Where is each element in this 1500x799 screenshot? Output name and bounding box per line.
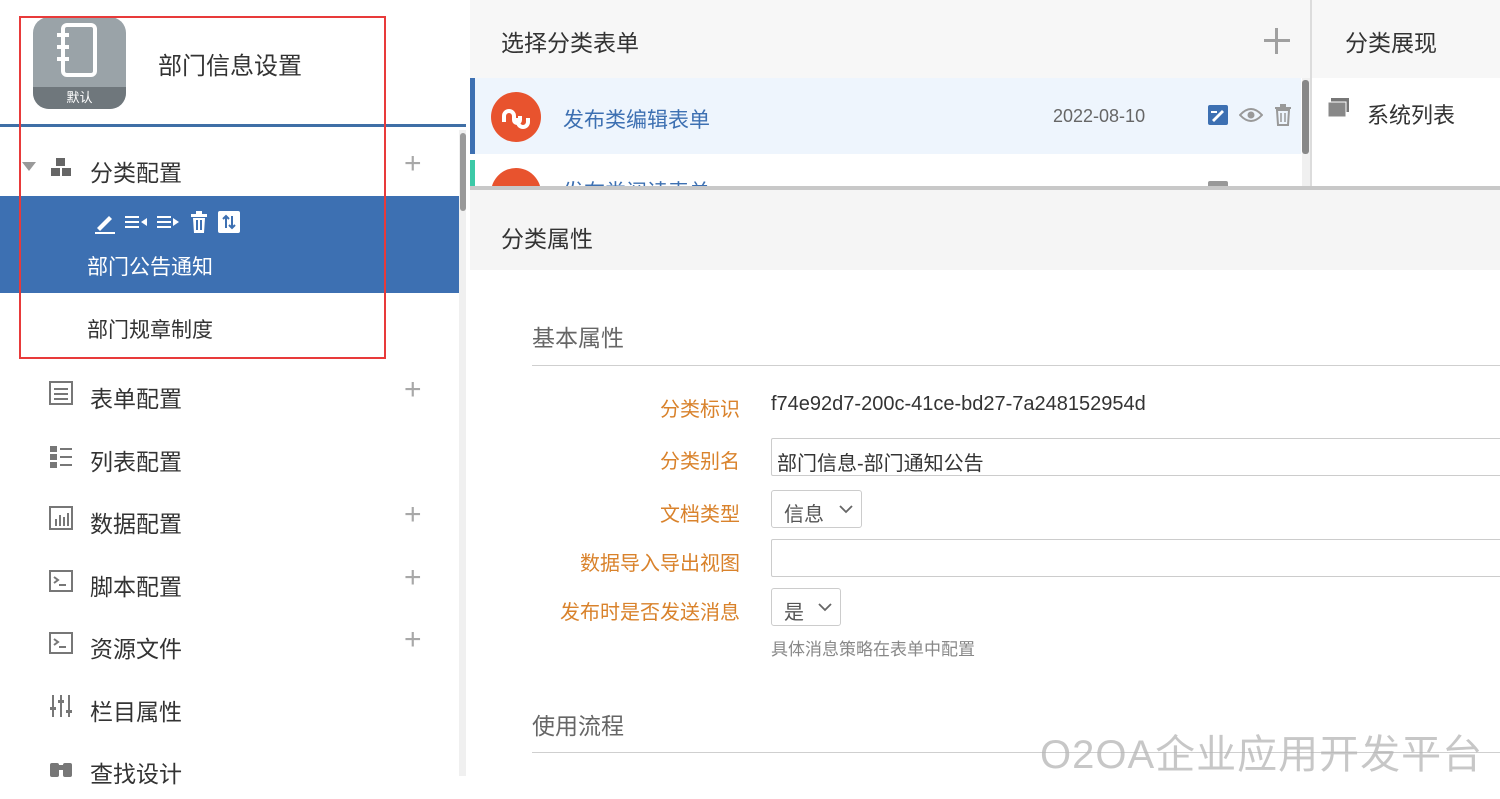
- add-script-button[interactable]: +: [404, 563, 422, 593]
- add-form-icon[interactable]: [1262, 26, 1292, 56]
- sliders-icon: [50, 695, 72, 717]
- resource-icon: [49, 632, 73, 654]
- add-category-button[interactable]: +: [404, 149, 422, 179]
- form-date: 2022-08-10: [1053, 106, 1146, 126]
- section-divider: [532, 365, 1500, 366]
- form-panel-title: 选择分类表单: [501, 30, 639, 56]
- stumbleupon-icon: [491, 92, 541, 142]
- add-data-button[interactable]: +: [404, 500, 422, 530]
- binoculars-icon: [50, 763, 72, 777]
- view-panel-header: 分类展现: [1312, 0, 1500, 78]
- list-icon: [50, 446, 72, 468]
- nav-label: 查找设计: [90, 761, 182, 787]
- field-label-alias: 分类别名: [660, 451, 740, 473]
- form-row-clip: [470, 154, 1301, 186]
- nav-label: 栏目属性: [90, 699, 182, 725]
- notify-select-value: 是: [784, 602, 804, 624]
- watermark: O2OA企业应用开发平台: [1040, 733, 1484, 777]
- nav-resource-files[interactable]: 资源文件 +: [0, 612, 458, 674]
- nav-label: 资源文件: [90, 636, 182, 662]
- sidebar-scrollbar[interactable]: [459, 130, 466, 776]
- nav-label: 表单配置: [90, 386, 182, 412]
- field-label-id: 分类标识: [660, 399, 740, 421]
- properties-header: 分类属性: [470, 190, 1500, 270]
- script-icon: [49, 570, 73, 592]
- form-icon: [49, 381, 73, 405]
- highlight-box: [19, 16, 386, 359]
- nav-data-config[interactable]: 数据配置 +: [0, 487, 458, 549]
- view-item-label[interactable]: 系统列表: [1367, 98, 1455, 130]
- view-panel-title: 分类展现: [1345, 30, 1437, 56]
- form-scrollbar-thumb[interactable]: [1302, 80, 1309, 154]
- notify-select[interactable]: 是: [771, 588, 841, 626]
- doctype-select-value: 信息: [784, 504, 824, 526]
- nav-label: 列表配置: [90, 449, 182, 475]
- notify-hint: 具体消息策略在表单中配置: [771, 640, 975, 659]
- add-form-button[interactable]: +: [404, 375, 422, 405]
- field-label-notify: 发布时是否发送消息: [560, 602, 740, 624]
- section-title-flow: 使用流程: [532, 713, 624, 739]
- chevron-down-icon: [839, 505, 853, 514]
- import-export-view-input[interactable]: [771, 539, 1500, 577]
- edit-form-icon[interactable]: [1207, 104, 1229, 126]
- sidebar-scrollbar-thumb[interactable]: [460, 133, 466, 211]
- alias-input-value: 部门信息-部门通知公告: [777, 453, 984, 475]
- section-title-basic: 基本属性: [532, 325, 624, 351]
- field-label-import: 数据导入导出视图: [580, 553, 740, 575]
- doctype-select[interactable]: 信息: [771, 490, 862, 528]
- eye-icon[interactable]: [1239, 107, 1263, 123]
- nav-label: 数据配置: [90, 511, 182, 537]
- nav-column-properties[interactable]: 栏目属性: [0, 675, 458, 737]
- add-resource-button[interactable]: +: [404, 625, 422, 655]
- chart-icon: [49, 506, 73, 530]
- row-indicator: [470, 78, 475, 154]
- alias-input[interactable]: 部门信息-部门通知公告: [771, 438, 1500, 476]
- field-value-id: f74e92d7-200c-41ce-bd27-7a248152954d: [771, 393, 1146, 415]
- nav-script-config[interactable]: 脚本配置 +: [0, 550, 458, 612]
- nav-form-config[interactable]: 表单配置 +: [0, 362, 458, 424]
- trash-icon[interactable]: [1273, 104, 1293, 126]
- nav-list-config[interactable]: 列表配置: [0, 425, 458, 487]
- nav-search-design[interactable]: 查找设计: [0, 737, 458, 799]
- properties-title: 分类属性: [501, 226, 593, 252]
- nav-label: 脚本配置: [90, 574, 182, 600]
- folder-icon: [1328, 98, 1349, 118]
- chevron-down-icon: [818, 603, 832, 612]
- form-name[interactable]: 发布类编辑表单: [563, 104, 710, 134]
- field-label-doctype: 文档类型: [660, 504, 740, 526]
- sidebar: 默认 部门信息设置 分类配置 + 部门公告通知 部门规章制度 表单配置 + 列表…: [0, 0, 466, 787]
- form-panel-header: 选择分类表单: [470, 0, 1310, 78]
- stumbleupon-icon: [491, 168, 541, 186]
